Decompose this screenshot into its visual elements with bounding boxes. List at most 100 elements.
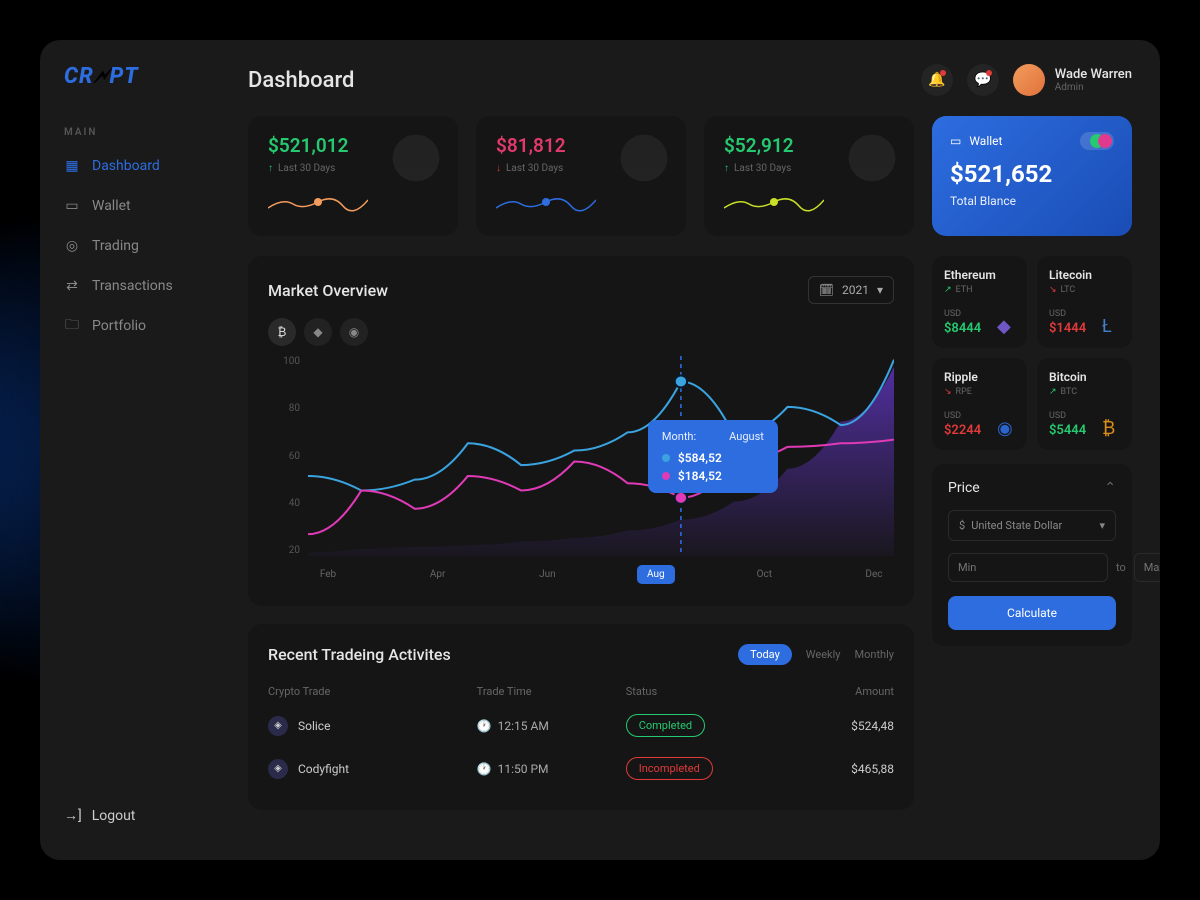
left-column: Market Overview 🗓 2021 ▾ ₿ ◆ ◉ 10080604 (248, 256, 914, 836)
x-tick[interactable]: Dec (854, 569, 894, 580)
x-tick[interactable]: Aug (637, 565, 675, 584)
transactions-icon: ⇄ (64, 278, 80, 294)
currency-select[interactable]: $United State Dollar ▾ (948, 510, 1116, 541)
crypto-icon: ◉ (997, 418, 1017, 438)
sparkline (724, 190, 824, 214)
status-badge: Completed (626, 714, 705, 737)
sidebar: CR🗲PT MAIN ▦Dashboard▭Wallet◎Trading⇄Tra… (40, 40, 220, 860)
filter-tab-today[interactable]: Today (738, 644, 792, 665)
trades-panel: Recent Tradeing Activites Today Weekly Mon… (248, 624, 914, 810)
crypto-grid: Ethereum ↗ ETH USD $8444 ◆Litecoin ↘ LTC… (932, 256, 1132, 450)
sidebar-item-dashboard[interactable]: ▦Dashboard (40, 146, 220, 186)
crypto-bg-icon (844, 130, 900, 186)
wallet-icon: ▭ (64, 198, 80, 214)
price-panel: Price ⌃ $United State Dollar ▾ to Calcul… (932, 464, 1132, 646)
crypto-icon: ₿ (1102, 418, 1122, 438)
price-title: Price (948, 480, 980, 496)
year-select[interactable]: 🗓 2021 ▾ (808, 276, 894, 304)
dashboard-icon: ▦ (64, 158, 80, 174)
trades-header-row: Crypto Trade Trade Time Status Amount (268, 679, 894, 704)
stat-card[interactable]: $521,012 ↑Last 30 Days (248, 116, 458, 236)
clock-icon: 🕐 (477, 719, 492, 733)
tooltip-dot-b (662, 472, 670, 480)
trading-icon: ◎ (64, 238, 80, 254)
chart-area: 10080604020 Month:August $584,52 $184,52… (268, 356, 894, 586)
max-input[interactable] (1134, 553, 1160, 582)
crypto-icon: ◆ (997, 316, 1017, 336)
notification-dot (940, 70, 946, 76)
sparkline (268, 190, 368, 214)
content-row: Market Overview 🗓 2021 ▾ ₿ ◆ ◉ 10080604 (248, 256, 1132, 836)
min-input[interactable] (948, 553, 1108, 582)
dollar-icon: $ (959, 519, 965, 532)
chart-tooltip: Month:August $584,52 $184,52 (648, 420, 778, 493)
main-content: Dashboard 🔔 💬 Wade Warren Admin $521,012… (220, 40, 1160, 860)
crypto-bg-icon (616, 130, 672, 186)
filter-tab-monthly[interactable]: Monthly (855, 648, 895, 661)
sidebar-section-label: MAIN (40, 119, 220, 146)
year-value: 2021 (842, 283, 869, 297)
status-badge: Incompleted (626, 757, 713, 780)
x-tick[interactable]: Jun (527, 569, 567, 580)
wallet-card[interactable]: ▭ Wallet $521,652 Total Blance (932, 116, 1132, 236)
col-trade: Crypto Trade (268, 685, 477, 698)
chart-plot: Month:August $584,52 $184,52 (308, 356, 894, 556)
trade-logo-icon: ◈ (268, 716, 288, 736)
sparkline (496, 190, 596, 214)
page-title: Dashboard (248, 68, 354, 93)
user-info: Wade Warren Admin (1055, 67, 1132, 93)
notifications-button[interactable]: 🔔 (921, 64, 953, 96)
crypto-card-rpe[interactable]: Ripple ↘ RPE USD $2244 ◉ (932, 358, 1027, 450)
chevron-up-icon[interactable]: ⌃ (1104, 480, 1116, 496)
user-role: Admin (1055, 82, 1132, 93)
calculate-button[interactable]: Calculate (948, 596, 1116, 630)
sidebar-item-wallet[interactable]: ▭Wallet (40, 186, 220, 226)
x-tick[interactable]: Apr (418, 569, 458, 580)
crypto-card-btc[interactable]: Bitcoin ↗ BTC USD $5444 ₿ (1037, 358, 1132, 450)
sidebar-item-trading[interactable]: ◎Trading (40, 226, 220, 266)
right-column: Ethereum ↗ ETH USD $8444 ◆Litecoin ↘ LTC… (932, 256, 1132, 836)
user-menu[interactable]: Wade Warren Admin (1013, 64, 1132, 96)
wallet-amount: $521,652 (950, 160, 1114, 188)
filter-tab-weekly[interactable]: Weekly (806, 648, 841, 661)
user-name: Wade Warren (1055, 67, 1132, 82)
logout-label: Logout (92, 808, 136, 824)
sidebar-item-portfolio[interactable]: 🗀Portfolio (40, 306, 220, 346)
trade-row[interactable]: ◈Solice 🕐12:15 AM Completed $524,48 (268, 704, 894, 747)
logout-button[interactable]: →] Logout (40, 795, 220, 836)
col-time: Trade Time (477, 685, 626, 698)
logo: CR🗲PT (40, 64, 220, 119)
stats-row: $521,012 ↑Last 30 Days $81,812 ↓Last 30 … (248, 116, 1132, 236)
stat-card[interactable]: $81,812 ↓Last 30 Days (476, 116, 686, 236)
wallet-title: Wallet (969, 134, 1002, 148)
sidebar-item-transactions[interactable]: ⇄Transactions (40, 266, 220, 306)
trades-title: Recent Tradeing Activites (268, 645, 451, 664)
trade-row[interactable]: ◈Codyfight 🕐11:50 PM Incompleted $465,88 (268, 747, 894, 790)
calendar-icon: 🗓 (819, 283, 834, 297)
message-dot (986, 70, 992, 76)
x-axis: Feb Apr Jun Aug Oct Dec (308, 562, 894, 586)
chip-bitcoin[interactable]: ₿ (268, 318, 296, 346)
wallet-icon: ▭ (950, 134, 961, 148)
topbar: Dashboard 🔔 💬 Wade Warren Admin (248, 64, 1132, 96)
crypto-icon: Ł (1102, 316, 1122, 336)
wallet-label: Total Blance (950, 194, 1114, 208)
crypto-card-eth[interactable]: Ethereum ↗ ETH USD $8444 ◆ (932, 256, 1027, 348)
crypto-bg-icon (388, 130, 444, 186)
market-overview-panel: Market Overview 🗓 2021 ▾ ₿ ◆ ◉ 10080604 (248, 256, 914, 606)
avatar (1013, 64, 1045, 96)
app-window: CR🗲PT MAIN ▦Dashboard▭Wallet◎Trading⇄Tra… (40, 40, 1160, 860)
chevron-down-icon: ▾ (877, 283, 883, 297)
x-tick[interactable]: Oct (744, 569, 784, 580)
chip-ethereum[interactable]: ◆ (304, 318, 332, 346)
x-tick[interactable]: Feb (308, 569, 348, 580)
y-axis: 10080604020 (268, 356, 300, 556)
messages-button[interactable]: 💬 (967, 64, 999, 96)
market-title: Market Overview (268, 281, 388, 300)
crypto-card-ltc[interactable]: Litecoin ↘ LTC USD $1444 Ł (1037, 256, 1132, 348)
chip-ripple[interactable]: ◉ (340, 318, 368, 346)
stat-card[interactable]: $52,912 ↑Last 30 Days (704, 116, 914, 236)
topbar-actions: 🔔 💬 Wade Warren Admin (921, 64, 1132, 96)
tooltip-dot-a (662, 454, 670, 462)
wallet-toggle[interactable] (1080, 132, 1114, 150)
